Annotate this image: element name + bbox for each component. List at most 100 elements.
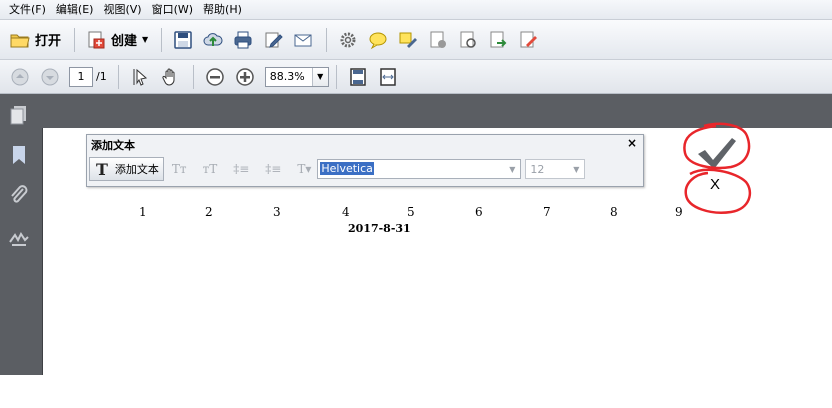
font-value[interactable]: Helvetica <box>318 161 504 177</box>
font-size-value[interactable]: 12 <box>526 163 568 176</box>
document-date: 2017-8-31 <box>348 222 411 235</box>
left-nav-panel <box>0 94 40 408</box>
chevron-down-icon[interactable]: ▼ <box>504 160 520 178</box>
toolbar-divider <box>335 64 337 89</box>
menu-window[interactable]: 窗口(W) <box>147 0 198 20</box>
bottom-area <box>0 375 832 408</box>
page-number-5: 5 <box>407 205 415 219</box>
upload-button[interactable] <box>199 26 227 54</box>
page-number-3: 3 <box>273 205 281 219</box>
chevron-down-icon[interactable]: ▼ <box>311 67 328 86</box>
add-text-tool-button[interactable]: T 添加文本 <box>89 157 164 181</box>
page-number-input[interactable]: 1 <box>69 66 93 87</box>
upload-cloud-icon <box>203 30 223 50</box>
chevron-down-icon[interactable]: ▼ <box>568 160 584 178</box>
fit-width-button[interactable] <box>374 63 402 91</box>
select-tool-button[interactable] <box>126 63 154 91</box>
bookmark-icon[interactable] <box>8 144 30 166</box>
fit-width-icon <box>378 67 398 87</box>
print-icon <box>233 30 253 50</box>
text-tool-icon: T <box>96 159 108 179</box>
navigation-toolbar: 1 /1 88.3% ▼ <box>0 60 832 94</box>
font-size-select[interactable]: 12 ▼ <box>525 159 586 179</box>
pdf-tools-icon <box>428 30 448 50</box>
fit-page-icon <box>348 67 368 87</box>
signature-icon[interactable] <box>8 226 30 248</box>
paperclip-icon[interactable] <box>8 184 30 206</box>
line-spacing-decrease-icon[interactable]: ‡≡ <box>233 162 249 176</box>
highlight-button[interactable] <box>394 26 422 54</box>
menu-edit[interactable]: 编辑(E) <box>51 0 99 20</box>
toolbar-divider <box>74 27 76 52</box>
hand-tool-button[interactable] <box>156 63 184 91</box>
review-icon <box>458 30 478 50</box>
next-page-button[interactable] <box>36 63 64 91</box>
pdf-tools-button[interactable] <box>424 26 452 54</box>
font-value-text: Helvetica <box>320 162 374 175</box>
comment-button[interactable] <box>364 26 392 54</box>
add-text-panel: 添加文本 × T 添加文本 Tт тT ‡≡ ‡≡ T▾ Helvetica ▼… <box>86 134 644 187</box>
arrow-down-circle-icon <box>40 67 60 87</box>
hand-icon <box>160 67 180 87</box>
settings-button[interactable] <box>334 26 362 54</box>
page-number-6: 6 <box>475 205 483 219</box>
menu-file[interactable]: 文件(F) <box>4 0 51 20</box>
toolbar-divider <box>161 27 163 52</box>
scroll-strip <box>826 94 832 128</box>
minus-circle-icon <box>205 67 225 87</box>
save-icon <box>173 30 193 50</box>
page-number-4: 4 <box>342 205 350 219</box>
chevron-down-icon: ▼ <box>142 35 149 44</box>
decrease-font-icon[interactable]: Tт <box>172 162 187 176</box>
zoom-out-button[interactable] <box>201 63 229 91</box>
zoom-in-button[interactable] <box>231 63 259 91</box>
create-button[interactable]: 创建 ▼ <box>82 26 152 54</box>
save-button[interactable] <box>169 26 197 54</box>
menu-help[interactable]: 帮助(H) <box>198 0 247 20</box>
email-button[interactable] <box>289 26 317 54</box>
text-color-icon[interactable]: T▾ <box>297 162 311 176</box>
zoom-select[interactable]: 88.3% ▼ <box>264 66 329 87</box>
increase-font-icon[interactable]: тT <box>203 162 218 176</box>
edit-button[interactable] <box>259 26 287 54</box>
export-button[interactable] <box>484 26 512 54</box>
zoom-value[interactable]: 88.3% <box>266 68 312 86</box>
page-number-1: 1 <box>139 205 147 219</box>
prev-page-button[interactable] <box>6 63 34 91</box>
print-button[interactable] <box>229 26 257 54</box>
open-label: 打开 <box>35 34 62 49</box>
page-number-8: 8 <box>610 205 618 219</box>
create-pdf-icon <box>86 30 106 50</box>
highlight-icon <box>398 30 418 50</box>
review-button[interactable] <box>454 26 482 54</box>
email-icon <box>293 30 313 50</box>
fit-page-button[interactable] <box>344 63 372 91</box>
settings-icon <box>338 30 358 50</box>
close-icon[interactable]: × <box>627 136 637 150</box>
arrow-up-circle-icon <box>10 67 30 87</box>
page-number-7: 7 <box>543 205 551 219</box>
comment-icon <box>368 30 388 50</box>
toolbar-divider <box>326 27 328 52</box>
font-select[interactable]: Helvetica ▼ <box>317 159 522 179</box>
create-label: 创建 <box>111 34 138 49</box>
add-text-panel-title: 添加文本 <box>91 139 135 152</box>
cursor-icon <box>130 67 150 87</box>
plus-circle-icon <box>235 67 255 87</box>
red-annotation-circles <box>683 122 752 214</box>
sign-button[interactable] <box>514 26 542 54</box>
folder-icon <box>10 30 30 50</box>
line-spacing-increase-icon[interactable]: ‡≡ <box>265 162 281 176</box>
sign-icon <box>518 30 538 50</box>
add-text-tool-label: 添加文本 <box>114 163 159 176</box>
toolbar-divider <box>117 64 119 89</box>
edit-icon <box>263 30 283 50</box>
page-number-2: 2 <box>205 205 213 219</box>
open-button[interactable]: 打开 <box>6 26 65 54</box>
toolbar-divider <box>192 64 194 89</box>
main-toolbar: 打开 创建 ▼ <box>0 20 832 60</box>
add-text-toolbar: T 添加文本 Tт тT ‡≡ ‡≡ T▾ Helvetica ▼ 12 ▼ <box>89 154 641 184</box>
pages-icon[interactable] <box>8 104 30 126</box>
menu-bar: 文件(F) 编辑(E) 视图(V) 窗口(W) 帮助(H) <box>0 0 832 20</box>
menu-view[interactable]: 视图(V) <box>98 0 146 20</box>
